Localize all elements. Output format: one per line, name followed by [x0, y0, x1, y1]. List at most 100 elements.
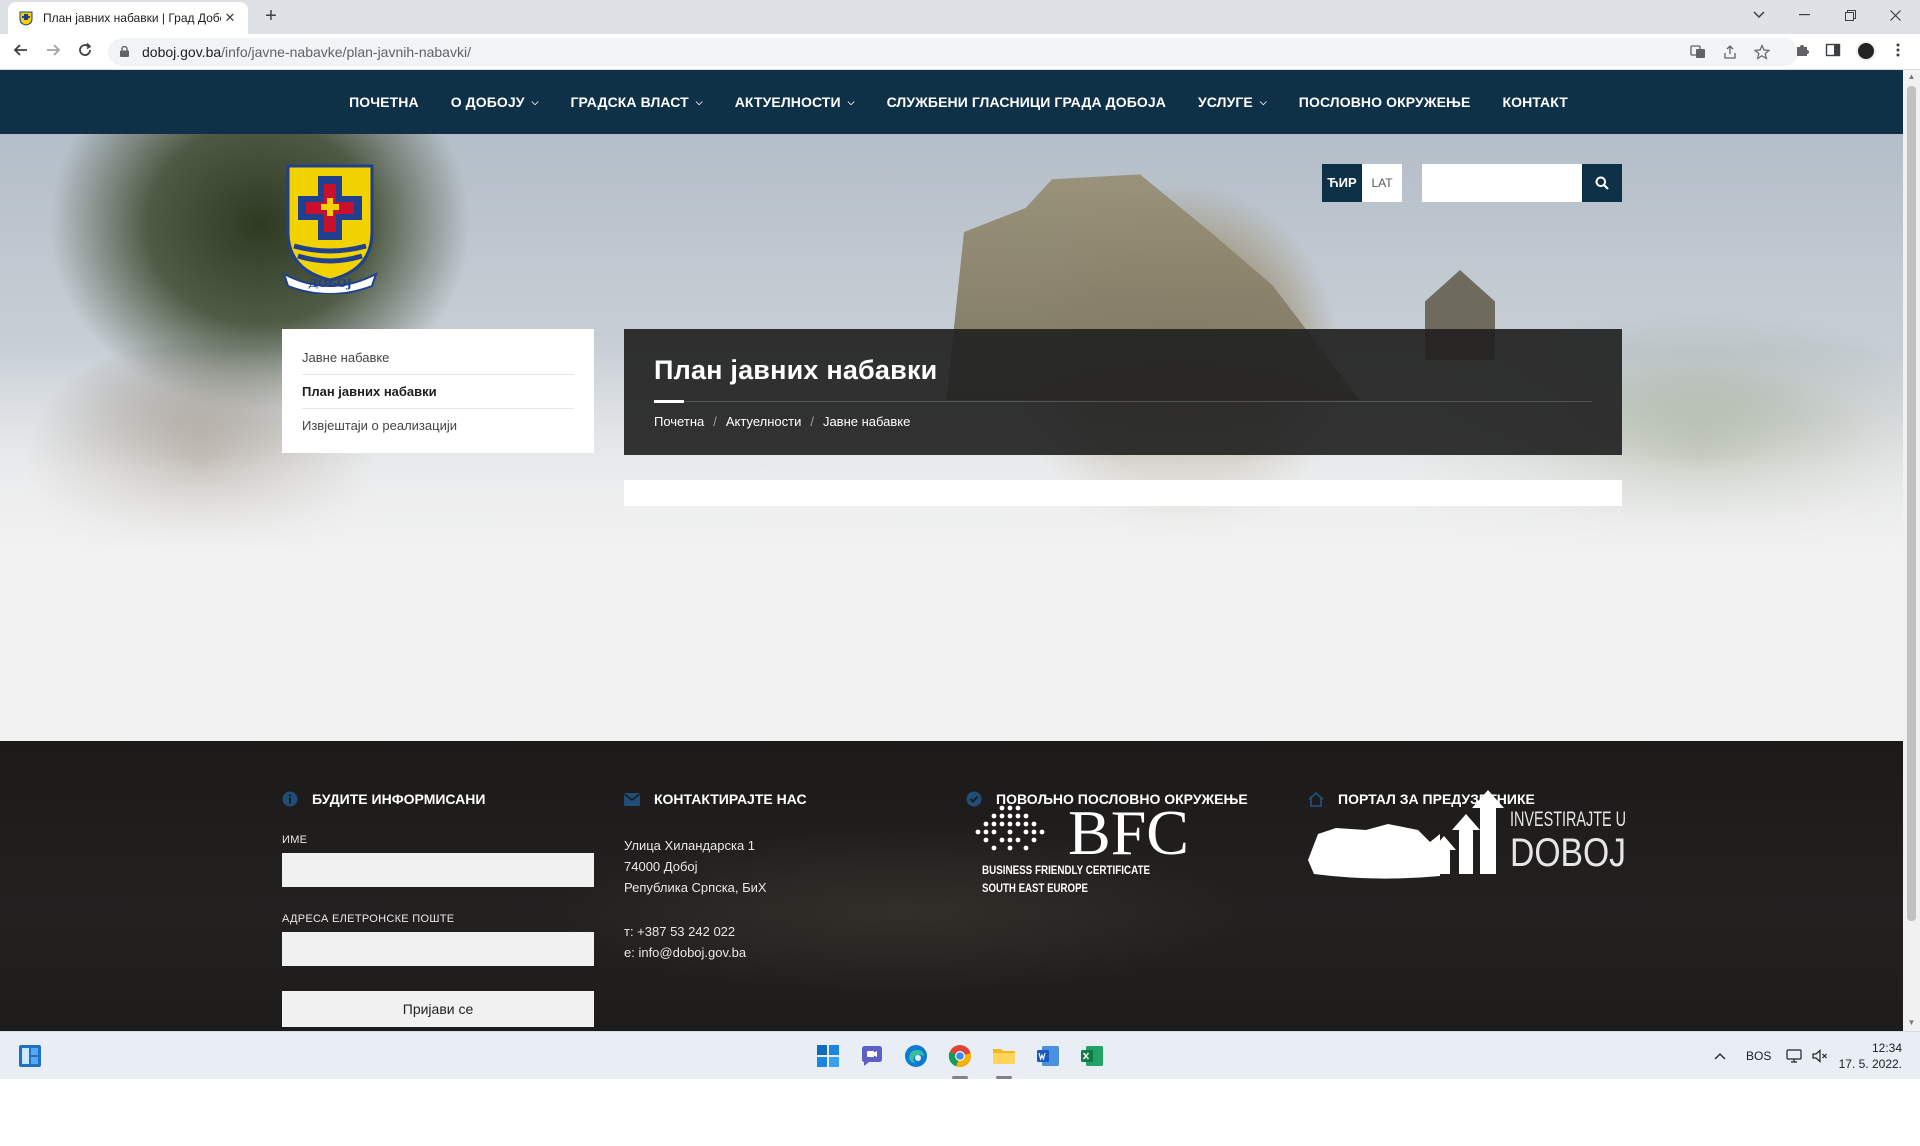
- lock-icon[interactable]: [120, 46, 129, 57]
- nav-item-label: УСЛУГЕ: [1197, 94, 1253, 110]
- close-window-icon[interactable]: [1873, 0, 1917, 30]
- chevron-down-icon: ⌵: [695, 96, 703, 107]
- share-icon[interactable]: [1722, 44, 1738, 60]
- windows-start-icon[interactable]: [816, 1044, 840, 1068]
- bfc-line1-text: BUSINESS FRIENDLY CERTIFICATE: [982, 863, 1150, 877]
- url-path: /info/javne-nabavke/plan-javnih-nabavki/: [221, 44, 471, 60]
- search-button[interactable]: [1582, 164, 1622, 202]
- scroll-up-arrow-icon[interactable]: ▲: [1907, 72, 1916, 82]
- browser-menu-kebab-icon[interactable]: [1888, 42, 1908, 62]
- name-label: ИМЕ: [282, 834, 308, 846]
- nav-item-label: ГРАДСКА ВЛАСТ: [570, 94, 689, 110]
- profile-avatar[interactable]: [1856, 41, 1876, 61]
- breadcrumb-separator: /: [810, 414, 814, 429]
- contact-phone[interactable]: т: +387 53 242 022: [624, 924, 735, 939]
- excel-icon[interactable]: [1080, 1044, 1104, 1068]
- side-panel-icon[interactable]: [1823, 42, 1843, 62]
- nav-item-label: О ДОБОЈУ: [450, 94, 525, 110]
- chevron-down-icon: ⌵: [847, 96, 855, 107]
- chevron-down-icon: ⌵: [1259, 96, 1267, 107]
- breadcrumb-item-javne-nabavke[interactable]: Јавне набавке: [823, 414, 910, 429]
- widgets-icon[interactable]: [18, 1044, 42, 1068]
- scroll-down-arrow-icon[interactable]: ▼: [1907, 1018, 1916, 1028]
- breadcrumb: Почетна / Актуелности / Јавне набавке: [654, 414, 910, 429]
- sidebar-item-javne-nabavke[interactable]: Јавне набавке: [302, 341, 574, 375]
- desktop-below-taskbar: [0, 1079, 1920, 1146]
- page-title: План јавних набавки: [654, 355, 938, 385]
- file-explorer-icon[interactable]: [992, 1044, 1016, 1068]
- breadcrumb-separator: /: [713, 414, 717, 429]
- omnibox[interactable]: doboj.gov.ba/info/javne-nabavke/plan-jav…: [108, 38, 1798, 66]
- title-divider: [684, 401, 1592, 402]
- logo-text: ДОБОЈ: [308, 277, 352, 290]
- newsletter-heading-text: БУДИТЕ ИНФОРМИСАНИ: [312, 791, 486, 807]
- input-language-indicator[interactable]: BOS: [1746, 1032, 1771, 1080]
- word-icon[interactable]: [1036, 1044, 1060, 1068]
- network-monitor-icon[interactable]: [1786, 1032, 1802, 1080]
- investirajte-text: INVESTIRAJTE U: [1510, 808, 1626, 831]
- teams-chat-icon[interactable]: [860, 1044, 884, 1068]
- newsletter-email-input[interactable]: [282, 932, 594, 966]
- url-host: doboj.gov.ba: [142, 44, 222, 60]
- system-clock[interactable]: 12:34 17. 5. 2022.: [1839, 1040, 1902, 1072]
- tab-title: План јавних набавки | Град Добој: [43, 11, 221, 25]
- tab-close-icon[interactable]: ✕: [222, 10, 238, 26]
- chrome-browser-icon[interactable]: [948, 1044, 972, 1068]
- back-arrow-icon[interactable]: [11, 42, 31, 62]
- nav-item-sluzbeni-glasnici[interactable]: СЛУЖБЕНИ ГЛАСНИЦИ ГРАДА ДОБОЈА: [887, 94, 1166, 110]
- nav-item-poslovno-okruzenje[interactable]: ПОСЛОВНО ОКРУЖЕЊЕ: [1299, 94, 1471, 110]
- language-cyrillic-button[interactable]: ЋИР: [1322, 164, 1362, 202]
- nav-item-label: ПОЧЕТНА: [349, 94, 419, 110]
- contact-email[interactable]: е: info@doboj.gov.ba: [624, 945, 746, 960]
- nav-item-label: ПОСЛОВНО ОКРУЖЕЊЕ: [1298, 94, 1471, 110]
- scrollbar-thumb[interactable]: [1907, 86, 1916, 921]
- browser-tab-active[interactable]: План јавних набавки | Град Добој ✕: [8, 2, 248, 34]
- doboj-coat-of-arms-logo[interactable]: ДОБОЈ: [280, 162, 380, 294]
- nav-item-kontakt[interactable]: КОНТАКТ: [1502, 94, 1567, 110]
- newsletter-heading: БУДИТЕ ИНФОРМИСАНИ: [282, 791, 485, 807]
- newsletter-name-input[interactable]: [282, 853, 594, 887]
- nav-item-o-doboju[interactable]: О ДОБОЈУ ⌵: [451, 94, 539, 110]
- sidebar-item-plan-javnih-nabavki[interactable]: План јавних набавки: [302, 375, 574, 409]
- investirajte-u-doboj-logo[interactable]: INVESTIRAJTE U DOBOJ: [1306, 790, 1626, 882]
- restore-window-icon[interactable]: [1828, 0, 1872, 30]
- contact-heading: КОНТАКТИРАЈТЕ НАС: [624, 791, 807, 807]
- email-label: АДРЕСА ЕЛЕТРОНСКЕ ПОШТЕ: [282, 913, 455, 925]
- doboj-crest-favicon-icon: [19, 11, 33, 26]
- reload-icon[interactable]: [75, 42, 95, 62]
- contact-city: 74000 Добој: [624, 859, 698, 874]
- nav-item-label: АКТУЕЛНОСТИ: [734, 94, 841, 110]
- sidebar-item-izvjestaji[interactable]: Извјештаји о реализацији: [302, 409, 574, 443]
- nav-item-pocetna[interactable]: ПОЧЕТНА: [349, 94, 419, 110]
- url-text[interactable]: doboj.gov.ba/info/javne-nabavke/plan-jav…: [142, 44, 471, 60]
- search-input[interactable]: [1422, 164, 1582, 202]
- nav-item-gradska-vlast[interactable]: ГРАДСКА ВЛАСТ ⌵: [571, 94, 703, 110]
- breadcrumb-item-aktuelnosti[interactable]: Актуелности: [726, 414, 801, 429]
- page-title-panel: План јавних набавки Почетна / Актуелност…: [624, 329, 1622, 455]
- browser-tab-strip: План јавних набавки | Град Добој ✕ +: [0, 0, 1920, 34]
- nav-item-label: СЛУЖБЕНИ ГЛАСНИЦИ ГРАДА ДОБОЈА: [886, 94, 1166, 110]
- volume-muted-icon[interactable]: [1812, 1032, 1828, 1080]
- extensions-puzzle-icon[interactable]: [1792, 42, 1812, 62]
- page-viewport: ПОЧЕТНА О ДОБОЈУ ⌵ ГРАДСКА ВЛАСТ ⌵ АКТУЕЛН…: [0, 70, 1903, 1031]
- bookmark-star-icon[interactable]: [1753, 44, 1771, 60]
- breadcrumb-item-pocetna[interactable]: Почетна: [654, 414, 704, 429]
- nav-item-aktuelnosti[interactable]: АКТУЕЛНОСТИ ⌵: [735, 94, 855, 110]
- contact-country: Република Српска, БиХ: [624, 880, 767, 895]
- translate-icon[interactable]: [1690, 44, 1706, 60]
- clock-time: 12:34: [1871, 1041, 1902, 1055]
- language-latin-button[interactable]: LAT: [1362, 164, 1402, 202]
- minimize-window-icon[interactable]: [1782, 0, 1826, 30]
- forward-arrow-icon[interactable]: [43, 42, 63, 62]
- new-tab-button[interactable]: +: [260, 6, 282, 28]
- address-toolbar: doboj.gov.ba/info/javne-nabavke/plan-jav…: [0, 34, 1920, 70]
- bfc-certificate-logo[interactable]: BFC BUSINESS FRIENDLY CERTIFICATE SOUTH …: [972, 798, 1212, 904]
- clock-date: 17. 5. 2022.: [1838, 1057, 1902, 1071]
- edge-browser-icon[interactable]: [904, 1044, 928, 1068]
- tab-search-chevron-icon[interactable]: [1737, 0, 1781, 30]
- section-sidebar: Јавне набавке План јавних набавки Извјеш…: [282, 329, 594, 453]
- nav-item-usluge[interactable]: УСЛУГЕ ⌵: [1198, 94, 1267, 110]
- newsletter-subscribe-button[interactable]: Пријави се: [282, 991, 594, 1027]
- show-hidden-icons-chevron-icon[interactable]: [1714, 1032, 1726, 1080]
- page-scrollbar[interactable]: ▲ ▼: [1903, 70, 1920, 1031]
